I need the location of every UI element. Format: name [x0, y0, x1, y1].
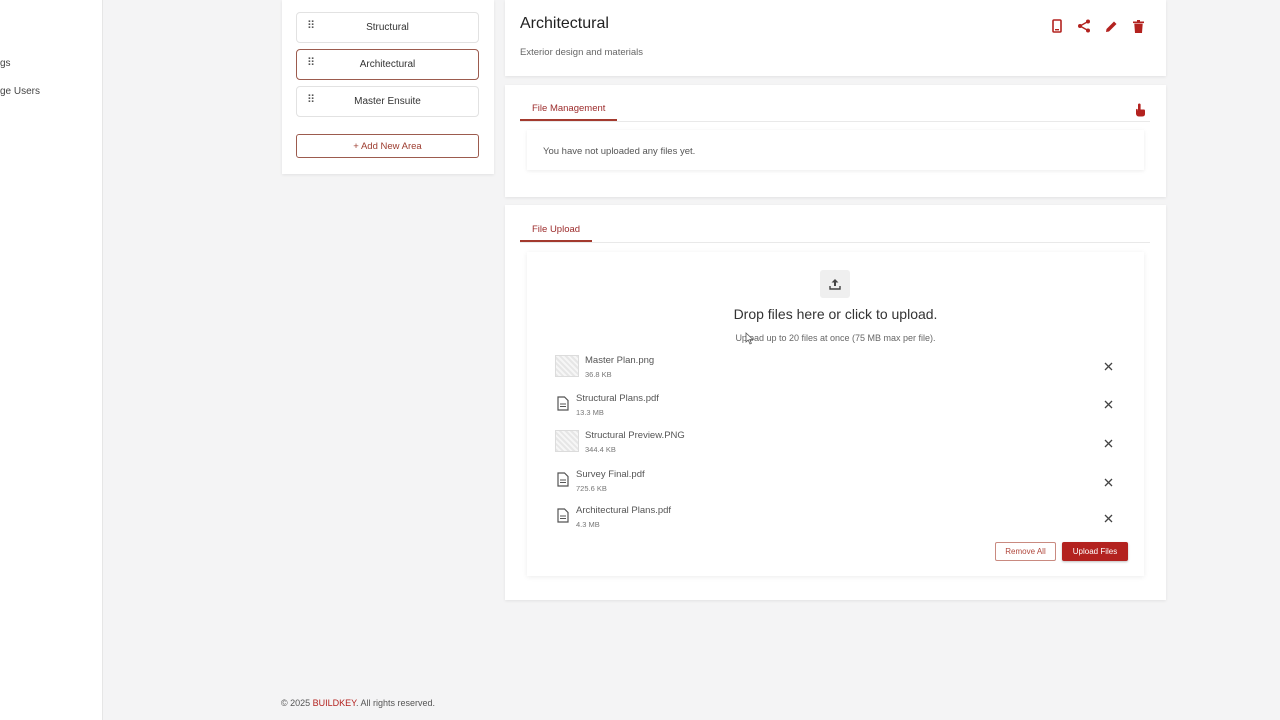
footer: © 2025 BUILDKEY. All rights reserved. — [281, 698, 435, 708]
file-upload-panel: File Upload Drop files here or click to … — [505, 205, 1166, 600]
area-item-architectural[interactable]: ⠿ Architectural — [296, 49, 479, 80]
pointer-hand-icon[interactable] — [1134, 103, 1146, 122]
footer-brand-link[interactable]: BUILDKEY — [313, 698, 356, 708]
sidebar-item-settings[interactable]: gs — [0, 58, 11, 69]
area-list-panel: ⠿ Structural ⠿ Architectural ⠿ Master En… — [282, 0, 494, 174]
area-item-structural[interactable]: ⠿ Structural — [296, 12, 479, 43]
file-row: Master Plan.png 36.8 KB — [555, 355, 1115, 383]
document-icon — [557, 396, 569, 416]
mouse-cursor-icon — [745, 332, 755, 350]
file-row: Structural Plans.pdf 13.3 MB — [555, 393, 1115, 421]
sidebar-item-label: ge Users — [0, 86, 41, 97]
file-size: 13.3 MB — [576, 408, 604, 417]
file-size: 4.3 MB — [576, 520, 600, 529]
page-title: Architectural — [520, 15, 609, 32]
file-dropzone[interactable]: Drop files here or click to upload. Uplo… — [527, 252, 1144, 576]
tab-file-upload[interactable]: File Upload — [520, 224, 593, 242]
empty-files-text: You have not uploaded any files yet. — [543, 146, 696, 157]
area-item-master-ensuite[interactable]: ⠿ Master Ensuite — [296, 86, 479, 117]
file-name: Master Plan.png — [585, 355, 655, 366]
file-row: Structural Preview.PNG 344.4 KB — [555, 430, 1115, 458]
share-icon[interactable] — [1076, 18, 1092, 34]
document-icon — [557, 472, 569, 492]
footer-suffix: . All rights reserved. — [356, 698, 436, 708]
area-item-label: Architectural — [359, 59, 416, 70]
remove-all-button[interactable]: Remove All — [995, 542, 1056, 561]
document-icon — [557, 508, 569, 528]
file-name: Survey Final.pdf — [576, 469, 645, 480]
area-item-label: Master Ensuite — [354, 96, 421, 107]
dropzone-subtitle: Upload up to 20 files at once (75 MB max… — [735, 333, 936, 343]
area-item-label: Structural — [366, 22, 409, 33]
file-name: Structural Plans.pdf — [576, 393, 659, 404]
remove-file-close-icon[interactable] — [1101, 436, 1115, 450]
tab-divider — [520, 242, 1150, 243]
upload-icon[interactable] — [820, 270, 850, 298]
tab-file-management[interactable]: File Management — [520, 103, 618, 121]
file-name: Architectural Plans.pdf — [576, 505, 672, 516]
page-subtitle: Exterior design and materials — [520, 47, 644, 58]
edit-icon[interactable] — [1103, 18, 1119, 34]
file-row: Architectural Plans.pdf 4.3 MB — [555, 505, 1115, 533]
sidebar-item-manage-users[interactable]: ge Users — [0, 86, 40, 97]
drag-handle-icon[interactable]: ⠿ — [307, 58, 315, 69]
delete-icon[interactable] — [1130, 18, 1146, 34]
file-name: Structural Preview.PNG — [585, 430, 685, 441]
sidebar: gs ge Users — [0, 0, 103, 720]
remove-file-close-icon[interactable] — [1101, 359, 1115, 373]
sidebar-item-label: gs — [0, 58, 11, 69]
footer-prefix: © 2025 — [281, 698, 313, 708]
drag-handle-icon[interactable]: ⠿ — [307, 95, 315, 106]
device-icon[interactable] — [1049, 18, 1065, 34]
remove-file-close-icon[interactable] — [1101, 475, 1115, 489]
header-actions — [1049, 18, 1146, 34]
remove-file-close-icon[interactable] — [1101, 511, 1115, 525]
empty-files-message: You have not uploaded any files yet. — [527, 130, 1144, 170]
tab-divider — [520, 121, 1150, 122]
file-size: 725.6 KB — [576, 484, 607, 493]
dropzone-title: Drop files here or click to upload. — [733, 306, 938, 322]
file-size: 36.8 KB — [585, 370, 612, 379]
file-size: 344.4 KB — [585, 445, 616, 454]
upload-files-button[interactable]: Upload Files — [1062, 542, 1128, 561]
image-thumbnail-icon — [555, 355, 579, 377]
image-thumbnail-icon — [555, 430, 579, 452]
area-header-panel: Architectural Exterior design and materi… — [505, 0, 1166, 76]
file-row: Survey Final.pdf 725.6 KB — [555, 469, 1115, 497]
remove-file-close-icon[interactable] — [1101, 397, 1115, 411]
file-management-panel: File Management You have not uploaded an… — [505, 85, 1166, 197]
add-new-area-button[interactable]: + Add New Area — [296, 134, 479, 158]
drag-handle-icon[interactable]: ⠿ — [307, 21, 315, 32]
